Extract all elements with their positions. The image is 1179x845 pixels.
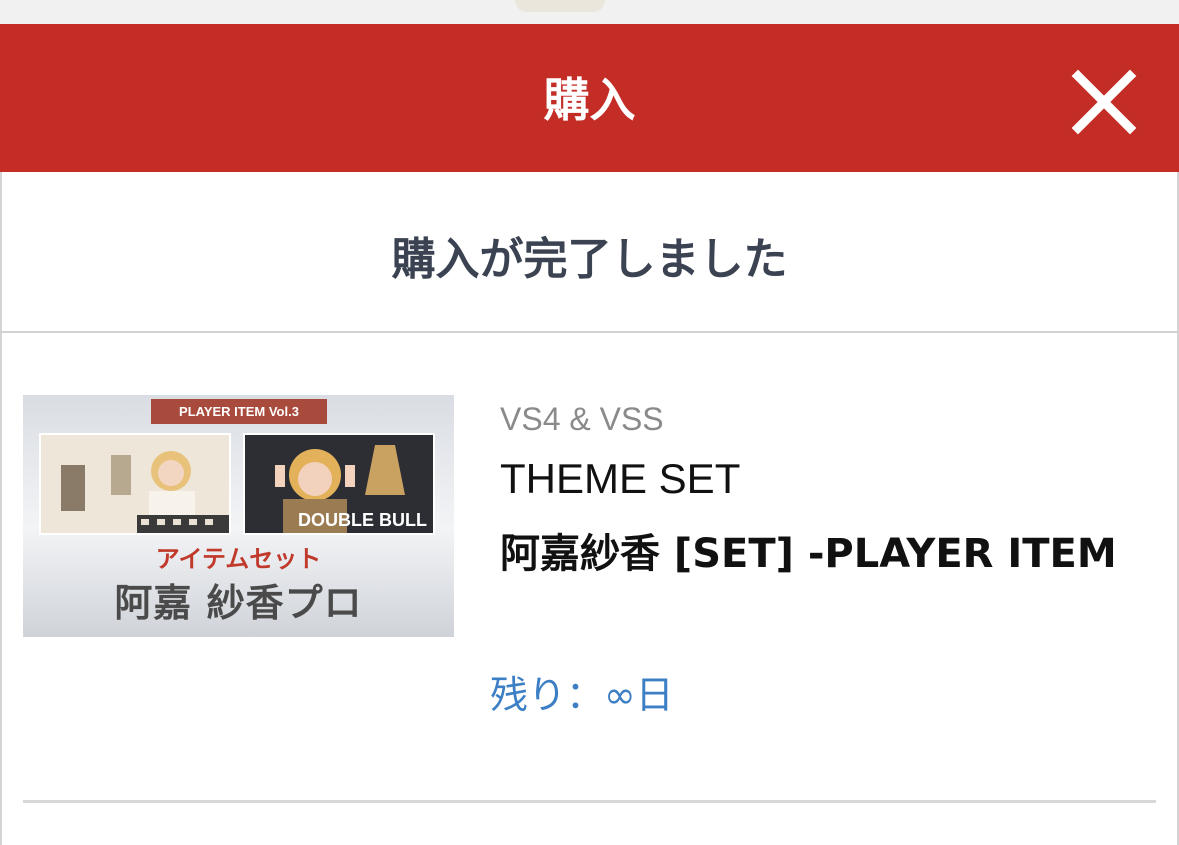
background-page bbox=[0, 0, 1179, 24]
thumbnail-photo-right: DOUBLE BULL bbox=[243, 433, 435, 535]
thumbnail-player-name: 阿嘉 紗香プロ bbox=[114, 581, 363, 625]
purchase-dialog: 購入 購入が完了しました PLAYER ITEM Vol.3 DOUBLE BU… bbox=[0, 24, 1179, 845]
item-remaining-days: 残り：∞日 bbox=[490, 673, 674, 717]
divider bbox=[0, 331, 1179, 333]
item-category: THEME SET bbox=[500, 455, 741, 502]
close-button[interactable] bbox=[1066, 64, 1142, 140]
thumbnail-photo-tag: DOUBLE BULL bbox=[298, 510, 427, 530]
purchase-complete-message: 購入が完了しました bbox=[391, 234, 788, 285]
close-icon bbox=[1071, 69, 1137, 135]
dialog-title: 購入 bbox=[543, 73, 636, 127]
item-platform: VS4 & VSS bbox=[500, 401, 664, 437]
thumbnail-banner: PLAYER ITEM Vol.3 bbox=[151, 399, 327, 424]
divider bbox=[23, 800, 1156, 803]
item-name: 阿嘉紗香 [SET] -PLAYER ITEM bbox=[500, 531, 1117, 577]
background-image-fragment bbox=[515, 0, 605, 12]
player-photo-left bbox=[41, 435, 229, 533]
thumbnail-photo-left bbox=[39, 433, 231, 535]
dialog-header: 購入 bbox=[0, 24, 1179, 172]
item-thumbnail: PLAYER ITEM Vol.3 DOUBLE BULL アイテムセット 阿嘉… bbox=[23, 395, 454, 637]
thumbnail-subtitle: アイテムセット bbox=[155, 545, 322, 573]
